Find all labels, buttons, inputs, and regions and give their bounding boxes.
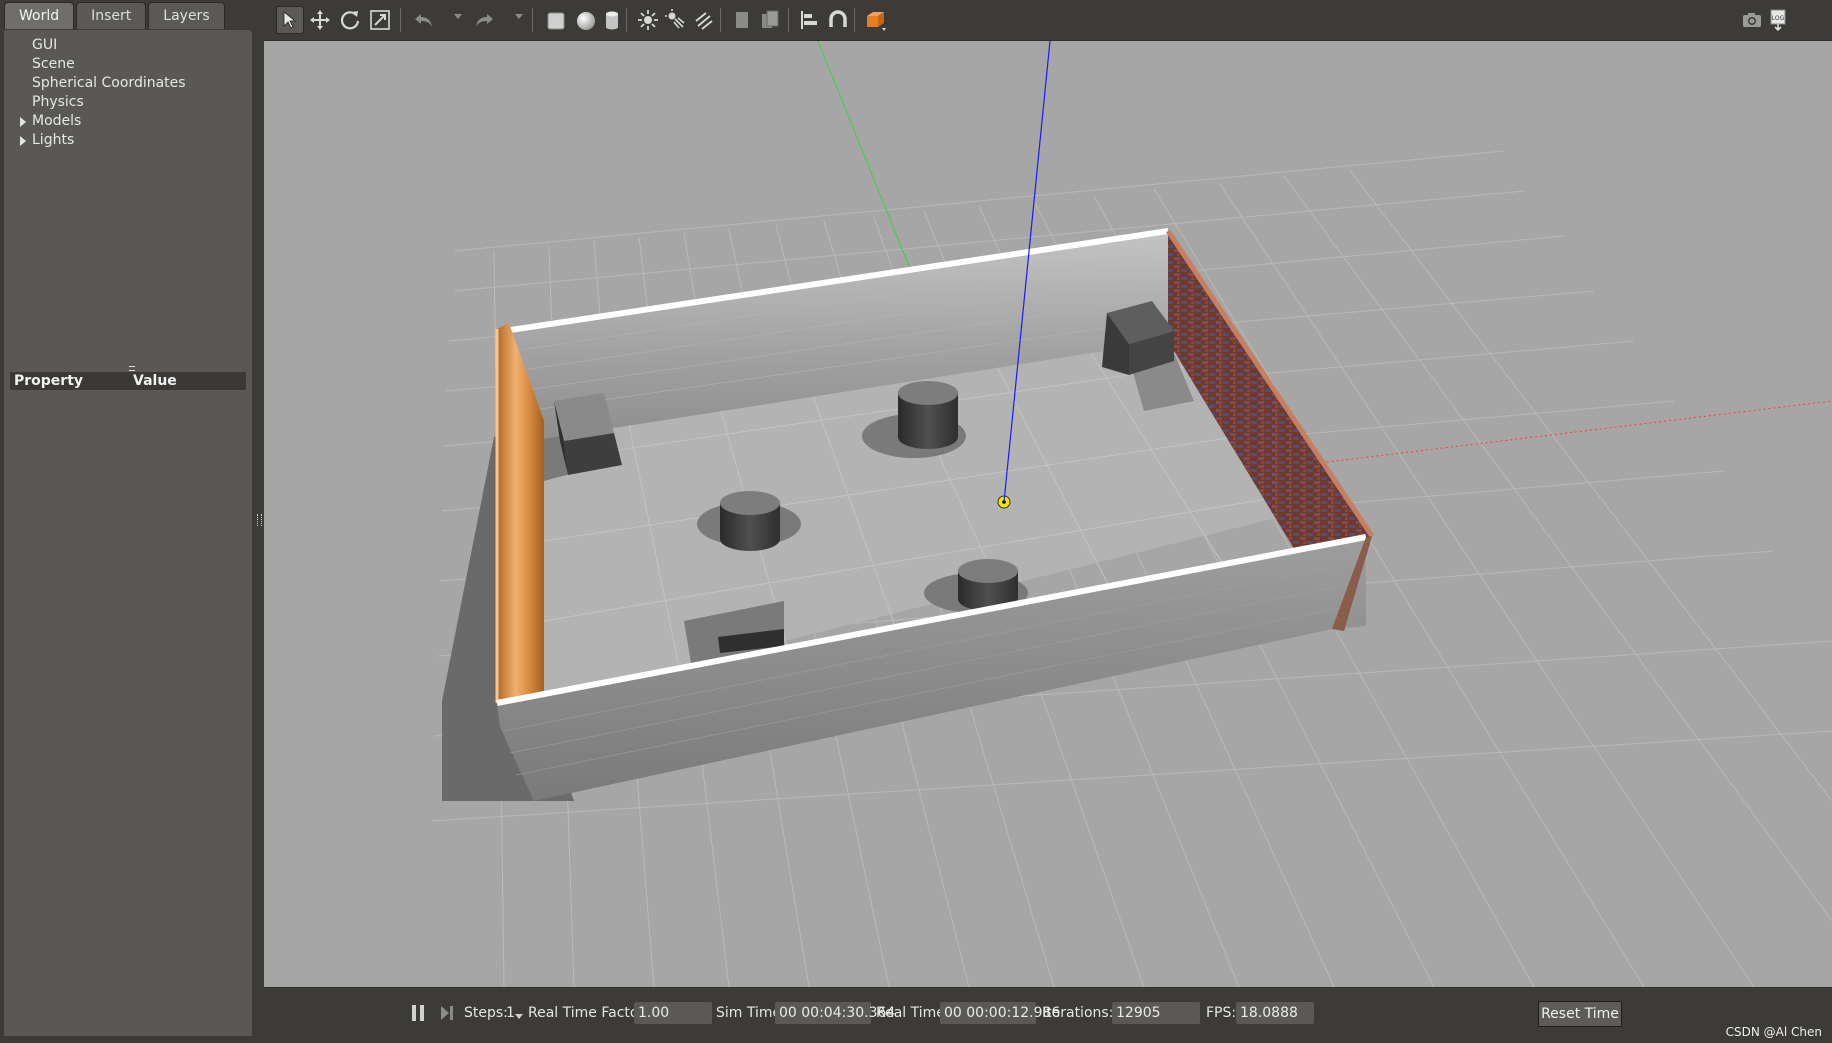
toolbar-separator (626, 8, 627, 32)
tree-item-spherical-coordinates[interactable]: Spherical Coordinates (32, 74, 186, 93)
toolbar-separator (788, 8, 789, 32)
tree-item-scene[interactable]: Scene (32, 55, 75, 74)
tab-insert[interactable]: Insert (76, 2, 147, 29)
view-angle-button[interactable] (862, 6, 890, 34)
scale-mode-icon (370, 10, 390, 30)
rotate-mode-button[interactable] (336, 6, 364, 34)
align-icon (801, 11, 817, 29)
scene-render[interactable] (264, 41, 1832, 987)
spot-light-icon (665, 9, 685, 29)
fps-label: FPS: (1206, 1005, 1237, 1021)
insert-sphere-button[interactable] (572, 6, 600, 34)
iterations-label: Iterations: (1042, 1005, 1114, 1021)
screenshot-button[interactable] (1738, 6, 1766, 34)
tree-item-models[interactable]: Models (20, 112, 82, 131)
copy-button[interactable] (728, 6, 756, 34)
toolbar-separator (854, 8, 855, 32)
steps-label: Steps: (464, 1005, 508, 1021)
scale-mode-button[interactable] (366, 6, 394, 34)
undo-history-caret-icon[interactable] (454, 14, 462, 19)
splitter-grip-icon[interactable] (129, 366, 135, 371)
sphere-icon (577, 12, 595, 30)
simulation-status-bar: Steps: 1 Real Time Factor: 1.00 Sim Time… (264, 987, 1832, 1043)
real-time-field: 00 00:00:12.986 (940, 1002, 1060, 1024)
snap-button[interactable] (824, 6, 852, 34)
toolbar: LOG (264, 0, 1832, 41)
insert-spot-light-button[interactable] (662, 6, 690, 34)
insert-directional-light-button[interactable] (690, 6, 718, 34)
tree-item-label: Spherical Coordinates (32, 75, 186, 91)
step-button[interactable] (436, 1000, 458, 1026)
view-angle-icon (867, 12, 886, 31)
panel-splitter[interactable] (254, 0, 264, 1042)
log-icon: LOG (1770, 9, 1786, 32)
undo-button[interactable] (410, 6, 438, 34)
tree-item-label: GUI (32, 37, 58, 53)
tree-item-physics[interactable]: Physics (32, 93, 84, 112)
tree-item-label: Physics (32, 94, 84, 110)
sim-time-field: 00 00:04:30.364 (775, 1002, 895, 1024)
property-table-header: Property Value (10, 372, 246, 390)
insert-point-light-button[interactable] (634, 6, 662, 34)
steps-value[interactable]: 1 (506, 1005, 515, 1021)
paste-icon (762, 10, 779, 28)
pause-icon (412, 1005, 424, 1021)
rotate-mode-icon (340, 11, 360, 30)
tab-layers[interactable]: Layers (148, 2, 225, 29)
toolbar-separator (400, 8, 401, 32)
box-obstacle-top (554, 393, 614, 441)
3d-viewport[interactable] (264, 41, 1832, 987)
copy-icon (736, 12, 748, 28)
watermark: CSDN @Al Chen (1725, 1025, 1822, 1039)
select-mode-button[interactable] (276, 6, 304, 34)
real-time-factor-label: Real Time Factor: (528, 1005, 649, 1021)
expand-arrow-icon[interactable] (20, 136, 26, 146)
fps-field: 18.0888 (1236, 1002, 1314, 1024)
tree-item-label: Models (32, 113, 82, 129)
panel-tabs: World Insert Layers (4, 2, 225, 30)
left-panel: World Insert Layers GUI Scene Spherical … (0, 0, 254, 1042)
point-light-icon (638, 10, 658, 30)
redo-button[interactable] (470, 6, 498, 34)
property-panel: Property Value (4, 360, 252, 1036)
step-icon (441, 1006, 453, 1020)
box-icon (547, 12, 565, 30)
reset-time-button[interactable]: Reset Time (1538, 1001, 1622, 1027)
translate-mode-icon (310, 10, 330, 30)
screenshot-icon (1743, 13, 1761, 27)
iterations-field: 12905 (1112, 1002, 1200, 1024)
insert-cylinder-button[interactable] (598, 6, 626, 34)
real-time-label: Real Time: (876, 1005, 950, 1021)
cylinder-obstacle[interactable] (720, 491, 780, 551)
snap-icon (829, 10, 847, 27)
paste-button[interactable] (756, 6, 784, 34)
property-column-header[interactable]: Property (14, 372, 83, 390)
toolbar-separator (532, 8, 533, 32)
insert-box-button[interactable] (542, 6, 570, 34)
pause-button[interactable] (406, 1000, 430, 1026)
cylinder-icon (606, 11, 618, 30)
translate-mode-button[interactable] (306, 6, 334, 34)
align-button[interactable] (796, 6, 824, 34)
tab-world[interactable]: World (4, 2, 75, 29)
world-tree: GUI Scene Spherical Coordinates Physics … (4, 30, 252, 360)
expand-arrow-icon[interactable] (20, 117, 26, 127)
toolbar-separator (720, 8, 721, 32)
svg-text:LOG: LOG (1772, 15, 1785, 22)
log-button[interactable]: LOG (1764, 6, 1792, 34)
value-column-header[interactable]: Value (133, 372, 177, 390)
undo-icon (415, 14, 432, 27)
splitter-handle-icon[interactable] (257, 514, 262, 526)
tree-item-label: Scene (32, 56, 75, 72)
real-time-factor-field: 1.00 (634, 1002, 712, 1024)
tree-item-label: Lights (32, 132, 75, 148)
select-mode-icon (283, 11, 297, 29)
directional-light-icon (695, 12, 713, 30)
redo-history-caret-icon[interactable] (515, 14, 523, 19)
steps-dropdown-caret-icon[interactable] (515, 1014, 523, 1019)
redo-icon (476, 14, 493, 27)
tree-item-gui[interactable]: GUI (32, 36, 57, 55)
cylinder-obstacle[interactable] (898, 381, 958, 449)
tree-item-lights[interactable]: Lights (20, 131, 75, 150)
